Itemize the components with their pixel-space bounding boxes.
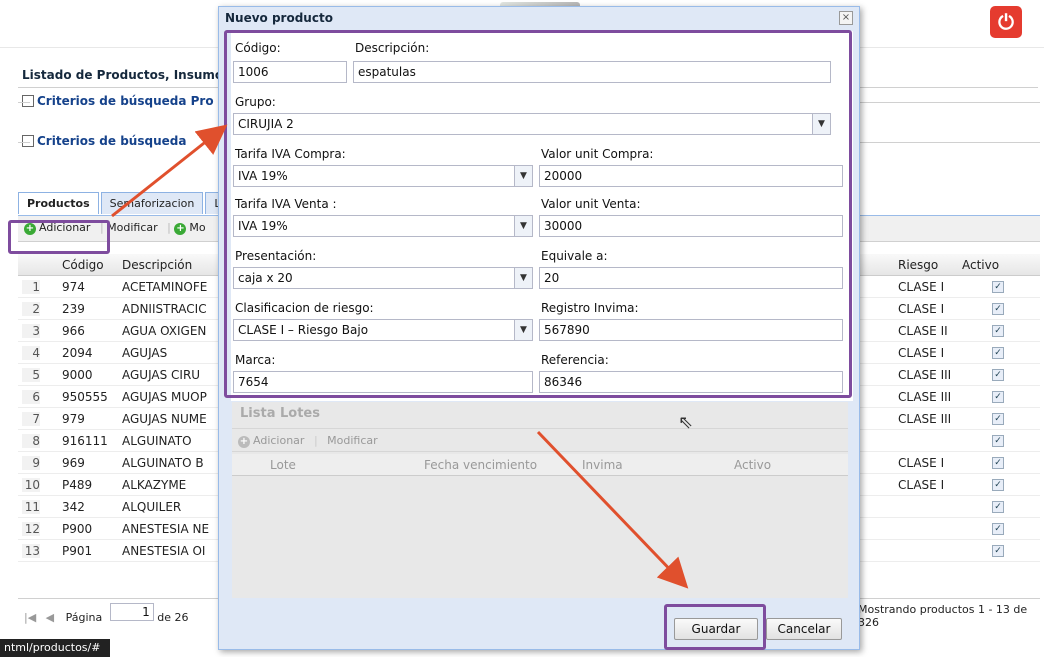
annotation-arrows xyxy=(111,124,689,589)
cursor-icon: ⇖ xyxy=(678,412,694,433)
arrow-to-save xyxy=(536,430,689,589)
arrow-to-form xyxy=(111,124,228,218)
